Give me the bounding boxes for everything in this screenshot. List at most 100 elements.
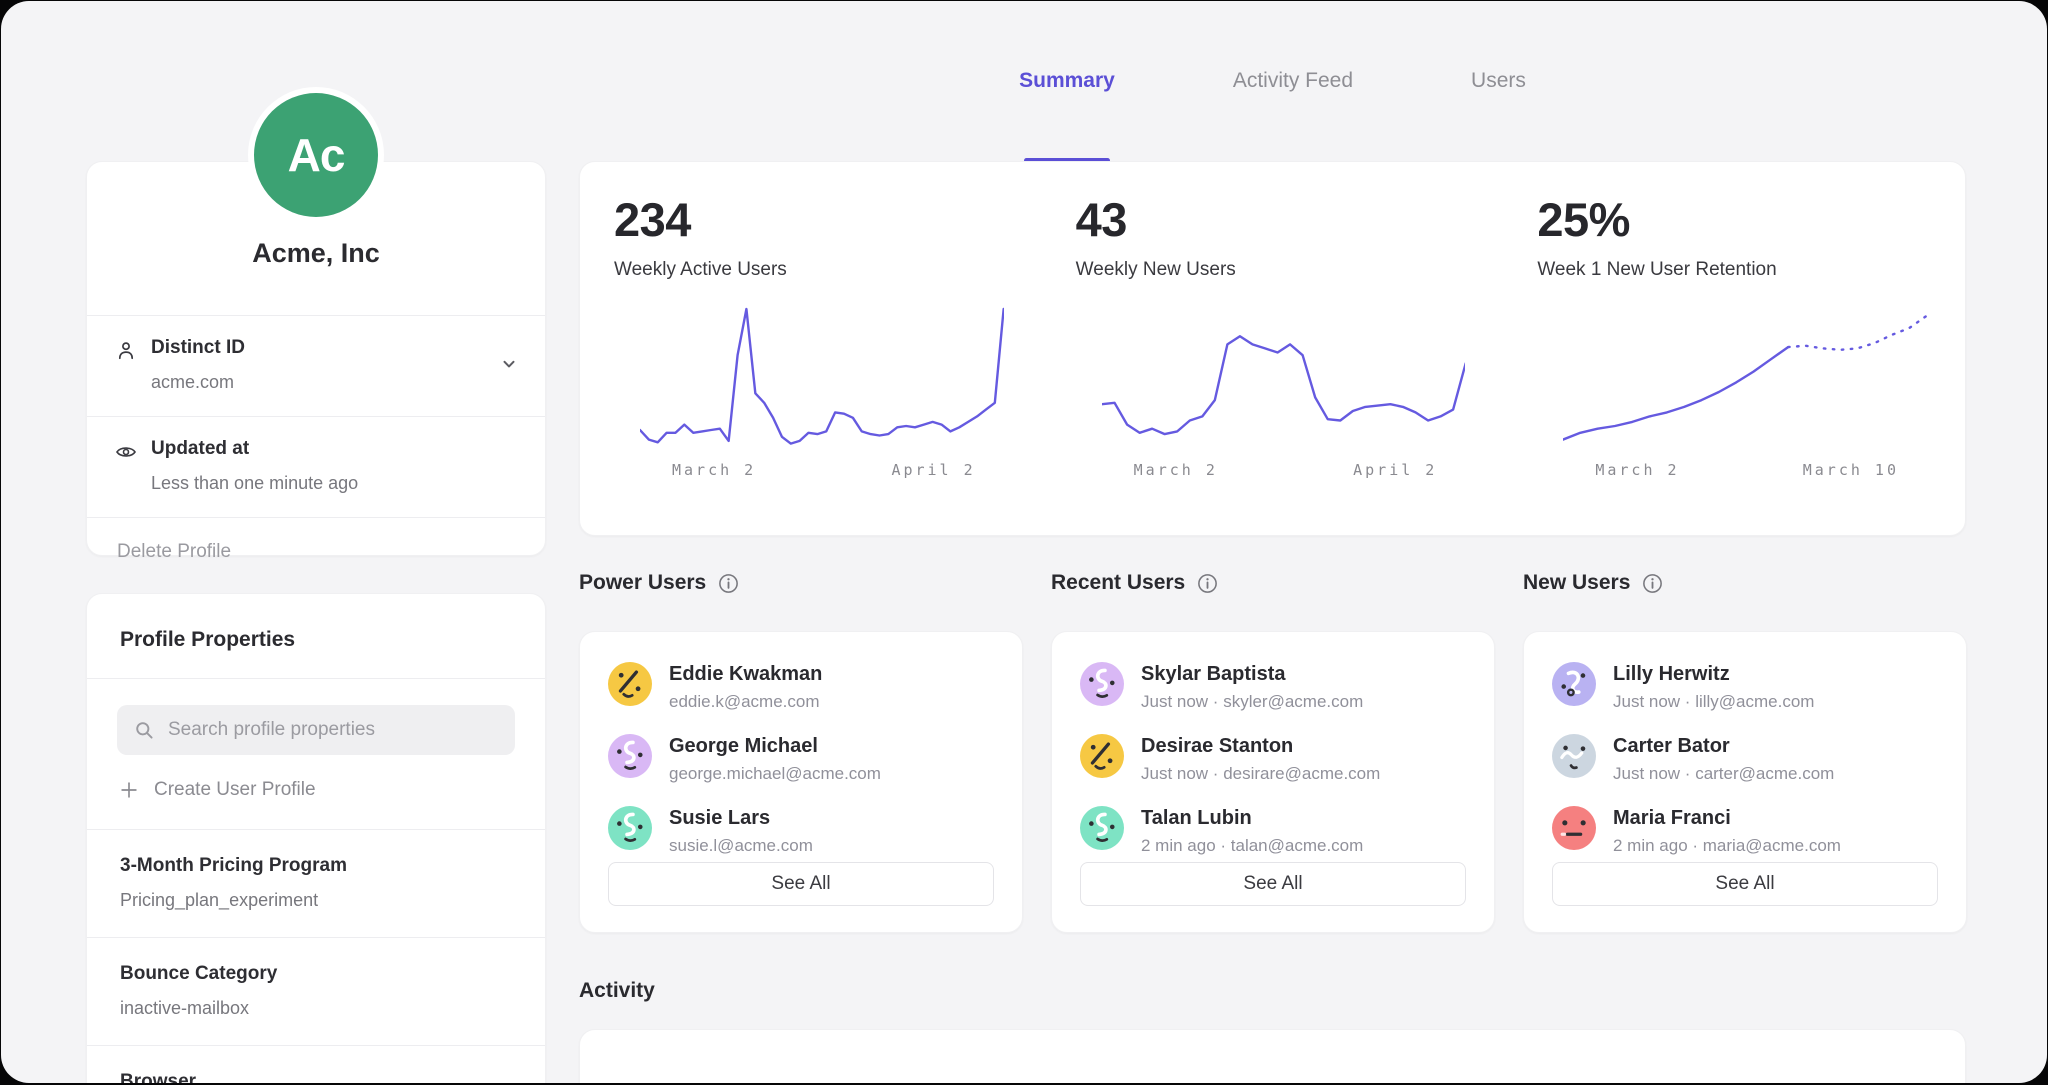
- distinct-id-label: Distinct ID: [151, 337, 515, 359]
- company-avatar-circle: Ac: [254, 93, 378, 217]
- user-list-item[interactable]: Skylar Baptista Just now · skyler@acme.c…: [1080, 662, 1466, 712]
- chevron-down-icon[interactable]: [497, 352, 521, 376]
- tab-activity-feed[interactable]: Activity Feed: [1233, 1, 1353, 161]
- stat-value: 25%: [1537, 192, 1945, 247]
- stat-value: 43: [1076, 192, 1484, 247]
- user-subtitle: Just now · carter@acme.com: [1613, 764, 1834, 784]
- user-subtitle: george.michael@acme.com: [669, 764, 881, 784]
- user-avatar: [1552, 662, 1596, 706]
- activity-stat-value: 240: [1042, 1074, 1504, 1083]
- see-all-button[interactable]: See All: [608, 862, 994, 906]
- see-all-button[interactable]: See All: [1080, 862, 1466, 906]
- profile-properties-title: Profile Properties: [87, 594, 545, 678]
- distinct-id-row: Distinct ID acme.com: [87, 316, 545, 416]
- info-icon[interactable]: [717, 572, 740, 595]
- user-subtitle: 2 min ago · talan@acme.com: [1141, 836, 1363, 856]
- user-name: Lilly Herwitz: [1613, 662, 1814, 686]
- user-avatar: [608, 662, 652, 706]
- company-avatar: Ac: [248, 87, 384, 223]
- main-tab-bar: Summary Activity Feed Users: [579, 1, 1966, 161]
- user-list-item[interactable]: Talan Lubin 2 min ago · talan@acme.com: [1080, 806, 1466, 856]
- user-subtitle: 2 min ago · maria@acme.com: [1613, 836, 1841, 856]
- user-avatar: [1080, 662, 1124, 706]
- app-window: Ac Acme, Inc Distinct ID acme.com: [1, 1, 2047, 1083]
- user-name: Carter Bator: [1613, 734, 1834, 758]
- search-placeholder: Search profile properties: [168, 719, 375, 741]
- stat-label: Weekly New Users: [1076, 259, 1484, 281]
- tab-summary[interactable]: Summary: [1019, 1, 1115, 161]
- property-value: Pricing_plan_experiment: [120, 890, 512, 911]
- power-users-card: Eddie Kwakman eddie.k@acme.com George Mi…: [579, 631, 1023, 933]
- delete-profile-button[interactable]: Delete Profile: [87, 518, 545, 586]
- property-row[interactable]: Bounce Category inactive-mailbox: [87, 938, 545, 1045]
- stat-label: Week 1 New User Retention: [1537, 259, 1945, 281]
- stat-value: 234: [614, 192, 1022, 247]
- user-name: Desirae Stanton: [1141, 734, 1380, 758]
- see-all-button[interactable]: See All: [1552, 862, 1938, 906]
- activity-stat-value: 234: [580, 1074, 1042, 1083]
- info-icon[interactable]: [1641, 572, 1664, 595]
- plus-icon: [118, 779, 140, 801]
- property-name: 3-Month Pricing Program: [120, 855, 512, 877]
- user-name: Skylar Baptista: [1141, 662, 1363, 686]
- stat-weekly-active-users: 234 Weekly Active Users March 2 April 2: [580, 192, 1042, 535]
- user-subtitle: Just now · skyler@acme.com: [1141, 692, 1363, 712]
- create-user-profile-label: Create User Profile: [154, 779, 316, 801]
- user-list-item[interactable]: Desirae Stanton Just now · desirare@acme…: [1080, 734, 1466, 784]
- activity-section-title: Activity: [579, 979, 655, 1003]
- search-profile-properties-input[interactable]: Search profile properties: [117, 705, 515, 755]
- power-users-header: Power Users: [579, 571, 740, 595]
- user-list-item[interactable]: Carter Bator Just now · carter@acme.com: [1552, 734, 1938, 784]
- user-name: Susie Lars: [669, 806, 813, 830]
- user-avatar: [1552, 806, 1596, 850]
- user-name: George Michael: [669, 734, 881, 758]
- user-subtitle: eddie.k@acme.com: [669, 692, 822, 712]
- updated-at-label: Updated at: [151, 438, 515, 460]
- weekly-active-users-chart: [640, 303, 1004, 453]
- user-list-item[interactable]: Susie Lars susie.l@acme.com: [608, 806, 994, 856]
- property-name: Bounce Category: [120, 963, 512, 985]
- summary-stats-card: 234 Weekly Active Users March 2 April 2 …: [579, 161, 1966, 536]
- recent-users-header: Recent Users: [1051, 571, 1219, 595]
- stat-label: Weekly Active Users: [614, 259, 1022, 281]
- info-icon[interactable]: [1196, 572, 1219, 595]
- activity-stats-card: 234 240 3.4k: [579, 1029, 1966, 1083]
- x-axis-labels: March 2 April 2: [1102, 461, 1466, 479]
- eye-icon: [114, 440, 138, 464]
- user-avatar: [1552, 734, 1596, 778]
- property-name: Browser: [120, 1071, 512, 1083]
- recent-users-card: Skylar Baptista Just now · skyler@acme.c…: [1051, 631, 1495, 933]
- updated-at-row: Updated at Less than one minute ago: [87, 417, 545, 517]
- user-name: Maria Franci: [1613, 806, 1841, 830]
- user-avatar: [1080, 734, 1124, 778]
- x-axis-labels: March 2 March 10: [1563, 461, 1927, 479]
- distinct-id-value: acme.com: [151, 372, 515, 393]
- stat-weekly-new-users: 43 Weekly New Users March 2 April 2: [1042, 192, 1504, 535]
- x-axis-labels: March 2 April 2: [640, 461, 1004, 479]
- user-avatar: [1080, 806, 1124, 850]
- user-avatar: [608, 806, 652, 850]
- user-subtitle: susie.l@acme.com: [669, 836, 813, 856]
- company-avatar-initials: Ac: [288, 128, 345, 182]
- user-subtitle: Just now · lilly@acme.com: [1613, 692, 1814, 712]
- user-avatar: [608, 734, 652, 778]
- user-list-item[interactable]: Maria Franci 2 min ago · maria@acme.com: [1552, 806, 1938, 856]
- new-users-card: Lilly Herwitz Just now · lilly@acme.com …: [1523, 631, 1967, 933]
- stat-week1-retention: 25% Week 1 New User Retention March 2 Ma…: [1503, 192, 1965, 535]
- create-user-profile-button[interactable]: Create User Profile: [87, 779, 545, 829]
- week1-retention-chart: [1563, 303, 1927, 453]
- search-icon: [132, 718, 156, 742]
- property-row[interactable]: Browser Chrome: [87, 1046, 545, 1083]
- divider: [87, 678, 545, 679]
- activity-stat-value: 3.4k: [1503, 1074, 1965, 1083]
- weekly-new-users-chart: [1102, 303, 1466, 453]
- user-list-item[interactable]: Lilly Herwitz Just now · lilly@acme.com: [1552, 662, 1938, 712]
- user-subtitle: Just now · desirare@acme.com: [1141, 764, 1380, 784]
- property-row[interactable]: 3-Month Pricing Program Pricing_plan_exp…: [87, 830, 545, 937]
- tab-users[interactable]: Users: [1471, 1, 1526, 161]
- property-value: inactive-mailbox: [120, 998, 512, 1019]
- user-name: Eddie Kwakman: [669, 662, 822, 686]
- user-name: Talan Lubin: [1141, 806, 1363, 830]
- user-list-item[interactable]: Eddie Kwakman eddie.k@acme.com: [608, 662, 994, 712]
- user-list-item[interactable]: George Michael george.michael@acme.com: [608, 734, 994, 784]
